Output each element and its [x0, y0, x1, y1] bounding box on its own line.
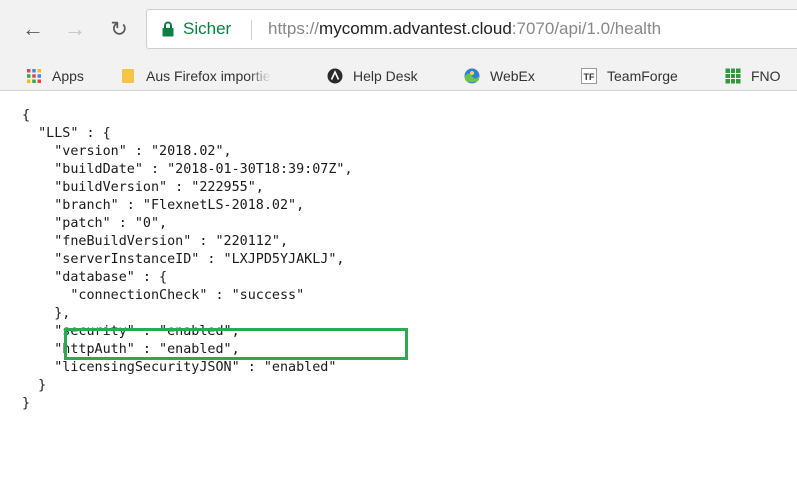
bookmark-folder-firefox[interactable]: Aus Firefox importiert [120, 66, 271, 86]
json-line-connection-check: "connectionCheck" : "success" [22, 288, 305, 303]
svg-text:TF: TF [584, 72, 595, 82]
browser-toolbar: ← → ↻ Sicher https://mycomm.advantest.cl… [0, 0, 797, 62]
json-line: } [22, 378, 47, 393]
bookmark-label: Apps [52, 68, 84, 84]
back-button[interactable]: ← [22, 17, 44, 41]
arrow-right-icon: → [64, 16, 86, 41]
url-text[interactable]: https://mycomm.advantest.cloud:7070/api/… [268, 19, 661, 39]
bookmark-teamforge[interactable]: TF TeamForge [581, 66, 678, 86]
helpdesk-icon [327, 68, 343, 84]
url-scheme: https:// [268, 19, 320, 38]
bookmark-label: WebEx [490, 68, 535, 84]
json-line: "branch" : "FlexnetLS-2018.02", [22, 198, 305, 213]
folder-icon [122, 69, 134, 83]
json-line: "LLS" : { [22, 126, 111, 141]
json-line: }, [22, 306, 71, 321]
address-bar[interactable]: Sicher https://mycomm.advantest.cloud:70… [146, 9, 797, 49]
arrow-left-icon: ← [22, 16, 44, 41]
json-line: "patch" : "0", [22, 216, 168, 231]
reload-icon: ↻ [110, 17, 128, 41]
json-line: { [22, 108, 31, 123]
forward-button[interactable]: → [64, 17, 86, 41]
bookmark-label: Help Desk [353, 68, 418, 84]
teamforge-icon: TF [581, 68, 597, 84]
json-line: "serverInstanceID" : "LXJPD5YJAKLJ", [22, 252, 345, 267]
url-host: mycomm.advantest.cloud [319, 19, 512, 38]
webex-globe-icon [464, 68, 480, 84]
url-path: :7070/api/1.0/health [511, 19, 662, 38]
reload-button[interactable]: ↻ [108, 17, 130, 41]
bookmark-label: Aus Firefox importiert [146, 68, 271, 84]
bookmark-label: TeamForge [607, 68, 678, 84]
apps-grid-icon [27, 69, 41, 83]
bookmarks-bar: Apps Aus Firefox importiert Help Desk We… [0, 62, 797, 91]
bookmark-apps[interactable]: Apps [26, 66, 84, 86]
secure-label[interactable]: Sicher [183, 19, 231, 39]
connection-check-highlight [64, 328, 408, 360]
json-line: "buildDate" : "2018-01-30T18:39:07Z", [22, 162, 353, 177]
lock-icon [162, 21, 174, 37]
bookmark-label: FNO [751, 68, 781, 84]
bookmark-webex[interactable]: WebEx [464, 66, 535, 86]
json-line: "licensingSecurityJSON" : "enabled" [22, 360, 337, 375]
json-response: { "LLS" : { "version" : "2018.02", "buil… [22, 107, 792, 413]
fno-grid-icon [725, 68, 741, 84]
json-line: "buildVersion" : "222955", [22, 180, 264, 195]
json-line: } [22, 396, 31, 411]
json-line: "fneBuildVersion" : "220112", [22, 234, 289, 249]
json-line: "database" : { [22, 270, 168, 285]
bookmark-fno[interactable]: FNO [725, 66, 781, 86]
bookmark-help-desk[interactable]: Help Desk [327, 66, 418, 86]
json-line: "version" : "2018.02", [22, 144, 232, 159]
address-divider [251, 20, 252, 40]
